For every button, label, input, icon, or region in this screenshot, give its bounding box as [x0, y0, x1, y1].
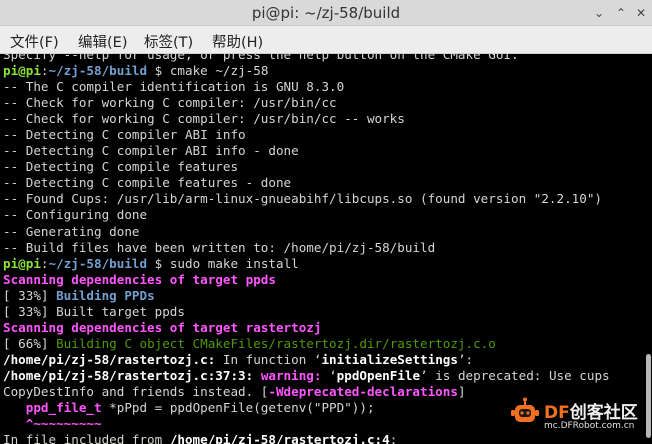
terminal-line: pi@pi:~/zj-58/build $ sudo make install — [3, 256, 643, 272]
terminal-text-segment: -- Found Cups: /usr/lib/arm-linux-gnueab… — [3, 191, 602, 207]
terminal-text-segment: In file included from — [3, 432, 170, 444]
terminal-text-segment: -- The C compiler identification is GNU … — [3, 79, 345, 95]
terminal-text-segment: Scanning dependencies of target ppds — [3, 271, 276, 287]
terminal-text-segment: CopyDestInfo and friends instead. [ — [3, 383, 269, 399]
terminal-text-segment: pi@pi — [3, 63, 41, 79]
terminal-text-segment: $ cmake ~/zj-58 — [147, 63, 269, 79]
terminal-text-segment: ^~~~~~~~~~ — [25, 416, 102, 432]
terminal-line: -- Check for working C compiler: /usr/bi… — [3, 111, 643, 127]
terminal-text-segment: ~/zj-58/build — [48, 63, 148, 79]
terminal-line: -- Configuring done — [3, 207, 643, 223]
terminal-text-segment: warning: — [260, 367, 322, 383]
terminal-text-segment: : — [40, 63, 49, 79]
terminal-text-segment: [ 66%] — [3, 335, 57, 351]
menu-tabs[interactable]: 标签(T) — [144, 31, 193, 52]
maximize-icon[interactable]: ⌃ — [614, 6, 628, 20]
terminal-text-segment: -- Check for working C compiler: /usr/bi… — [3, 111, 405, 127]
terminal-line: [ 66%] Building C object CMakeFiles/rast… — [3, 336, 643, 352]
terminal-line: pi@pi:~/zj-58/build $ cmake ~/zj-58 — [3, 63, 643, 79]
dfrobot-watermark: DF创客社区 mc.DFRobot.com.cn — [508, 394, 646, 438]
terminal-text-segment: -- Generating done — [3, 223, 140, 239]
terminal-line: [ 33%] Built target ppds — [3, 304, 643, 320]
minimize-icon[interactable]: ⌄ — [592, 6, 606, 20]
terminal-line: -- Detecting C compiler ABI info - done — [3, 143, 643, 159]
terminal-text-segment: ’: — [457, 351, 474, 367]
terminal-text-segment: /home/pi/zj-58/rastertozj.c:4 — [169, 432, 390, 444]
terminal-line: -- The C compiler identification is GNU … — [3, 79, 643, 95]
terminal-text-segment: ] — [457, 383, 466, 399]
terminal-line: -- Detecting C compile features - done — [3, 175, 643, 191]
scrollbar-thumb[interactable] — [646, 354, 651, 438]
terminal-line: -- Found Cups: /usr/lib/arm-linux-gnueab… — [3, 191, 643, 207]
menu-file[interactable]: 文件(F) — [10, 31, 59, 52]
scrollbar[interactable] — [644, 54, 652, 444]
terminal-text-segment: [ 33%] Built target ppds — [3, 303, 185, 319]
terminal-text-segment: initializeSettings — [321, 351, 458, 367]
terminal-text-segment: *pPpd = ppdOpenFile(getenv("PPD")); — [101, 400, 375, 416]
terminal-text-segment: -- Configuring done — [3, 207, 148, 223]
terminal-text-segment: -- Detecting C compiler ABI info — [3, 127, 246, 143]
terminal-text-segment: /home/pi/zj-58/rastertozj.c: — [3, 351, 216, 367]
menu-edit[interactable]: 编辑(E) — [78, 31, 127, 52]
terminal-text-segment: Building C object CMakeFiles/rastertozj.… — [56, 335, 496, 351]
terminal-text-segment: ’ is deprecated: Use cups — [420, 367, 610, 383]
terminal-text-segment: [ 33%] — [3, 287, 57, 303]
terminal-line: Specify --help for usage, or press the h… — [3, 54, 643, 63]
terminal-text-segment: -- Detecting C compile features - done — [3, 175, 292, 191]
terminal-text-segment: In function ‘ — [215, 351, 322, 367]
menu-bar: 文件(F) 编辑(E) 标签(T) 帮助(H) — [0, 26, 652, 54]
terminal-text-segment: /home/pi/zj-58/rastertozj.c:37:3: — [3, 367, 254, 383]
terminal-line: Scanning dependencies of target ppds — [3, 272, 643, 288]
terminal-output[interactable]: Specify --help for usage, or press the h… — [0, 54, 652, 444]
dfrobot-logo-icon — [511, 397, 539, 422]
terminal-window: pi@pi: ~/zj-58/build ⌄ ⌃ ✕ 文件(F) 编辑(E) 标… — [0, 0, 652, 444]
terminal-line: -- Detecting C compile features — [3, 159, 643, 175]
terminal-line: /home/pi/zj-58/rastertozj.c:37:3: warnin… — [3, 368, 643, 384]
terminal-line: -- Generating done — [3, 224, 643, 240]
terminal-line: -- Detecting C compiler ABI info — [3, 127, 643, 143]
terminal-text-segment: ppd_file_t — [25, 400, 102, 416]
watermark-brand-prefix: DF — [544, 403, 570, 423]
close-icon[interactable]: ✕ — [634, 6, 648, 20]
window-title: pi@pi: ~/zj-58/build — [251, 4, 401, 22]
terminal-text-segment: -- Build files have been written to: /ho… — [3, 239, 436, 255]
terminal-line: [ 33%] Building PPDs — [3, 288, 643, 304]
terminal-line: -- Check for working C compiler: /usr/bi… — [3, 95, 643, 111]
terminal-text-segment: ppdOpenFile — [336, 367, 421, 383]
terminal-text-segment: : — [40, 255, 49, 271]
terminal-text-segment: Building PPDs — [56, 287, 155, 303]
terminal-lines: Specify --help for usage, or press the h… — [3, 54, 643, 444]
watermark-url: mc.DFRobot.com.cn — [544, 421, 635, 431]
terminal-text-segment: pi@pi — [3, 255, 41, 271]
terminal-text-segment: ~/zj-58/build — [48, 255, 148, 271]
terminal-text-segment: -- Check for working C compiler: /usr/bi… — [3, 95, 337, 111]
terminal-line: -- Build files have been written to: /ho… — [3, 240, 643, 256]
terminal-text-segment: Scanning dependencies of target rasterto… — [3, 319, 322, 335]
terminal-text-segment: Specify --help for usage, or press the h… — [3, 54, 519, 62]
terminal-line: /home/pi/zj-58/rastertozj.c: In function… — [3, 352, 643, 368]
watermark-brand-suffix: 创客社区 — [569, 403, 638, 423]
terminal-text-segment: -Wdeprecated-declarations — [268, 383, 458, 399]
terminal-line: Scanning dependencies of target rasterto… — [3, 320, 643, 336]
terminal-text-segment: -- Detecting C compiler ABI info - done — [3, 143, 299, 159]
terminal-text-segment: $ sudo make install — [147, 255, 299, 271]
watermark-brand: DF创客社区 — [544, 398, 638, 423]
title-bar[interactable]: pi@pi: ~/zj-58/build ⌄ ⌃ ✕ — [0, 0, 652, 26]
terminal-text-segment: -- Detecting C compile features — [3, 159, 239, 175]
terminal-text-segment: ‘ — [321, 367, 337, 383]
menu-help[interactable]: 帮助(H) — [212, 31, 263, 52]
terminal-text-segment: : — [389, 432, 398, 444]
